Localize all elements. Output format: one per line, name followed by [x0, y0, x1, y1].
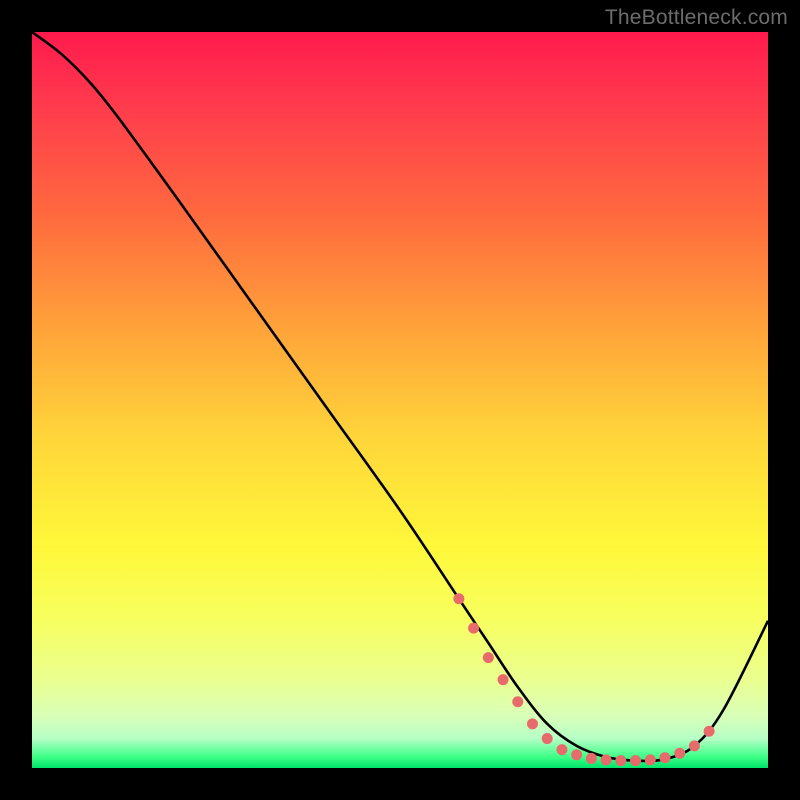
marker-dot	[512, 696, 523, 707]
chart-frame: TheBottleneck.com	[0, 0, 800, 800]
watermark-text: TheBottleneck.com	[605, 6, 788, 30]
marker-dot	[645, 754, 656, 765]
marker-dot	[674, 748, 685, 759]
marker-dot	[704, 726, 715, 737]
marker-dot	[571, 749, 582, 760]
marker-dot	[659, 752, 670, 763]
marker-dot	[527, 718, 538, 729]
bottleneck-curve-path	[32, 32, 768, 761]
marker-dot	[689, 740, 700, 751]
marker-dot	[468, 623, 479, 634]
marker-dot	[630, 755, 641, 766]
marker-dot	[453, 593, 464, 604]
marker-dot	[601, 754, 612, 765]
marker-dot	[498, 674, 509, 685]
plot-area	[32, 32, 768, 768]
marker-dots-group	[453, 593, 714, 766]
marker-dot	[542, 733, 553, 744]
marker-dot	[615, 755, 626, 766]
curve-svg	[32, 32, 768, 768]
marker-dot	[556, 744, 567, 755]
marker-dot	[483, 652, 494, 663]
marker-dot	[586, 753, 597, 764]
